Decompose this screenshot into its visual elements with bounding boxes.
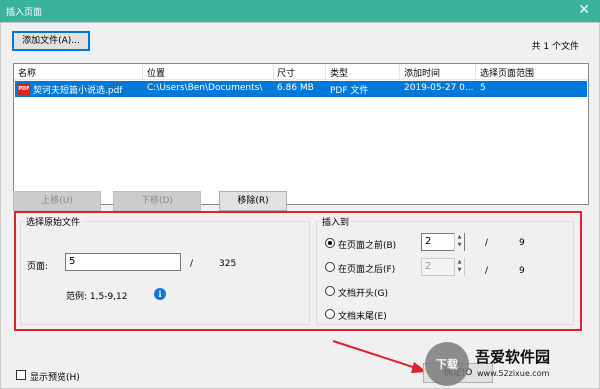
column-divider [142,64,143,80]
document-start-radio[interactable] [325,286,335,296]
page-label: 页面: [27,262,49,272]
spin-down-icon[interactable]: ▼ [455,241,464,249]
watermark-url: www.52zixue.com [477,369,550,378]
watermark-logo-text: 下载 [436,358,458,371]
info-icon[interactable]: i [154,288,166,300]
range-example: 范例: 1,5-9,12 [66,292,128,302]
page-separator: / [190,259,194,269]
after-page-stepper[interactable]: ▲ ▼ [454,258,464,276]
file-added-time: 2019-05-27 0... [404,83,474,93]
file-location: C:\Users\Ben\Documents\ [147,83,263,93]
column-header-location[interactable]: 位置 [147,66,165,79]
move-up-button[interactable]: 上移(U) [13,191,101,211]
total-pages: 325 [219,259,237,269]
spin-down-icon[interactable]: ▼ [455,266,464,274]
document-start-label[interactable]: 文档开头(G) [338,286,388,299]
column-header-name[interactable]: 名称 [18,66,36,79]
column-divider [399,64,400,80]
after-page-separator: / [485,266,489,276]
file-page-range[interactable]: 5 [480,83,540,93]
window-title: 插入页面 [6,8,43,18]
title-bar: 插入页面 ✕ [0,0,600,22]
before-page-stepper[interactable]: ▲ ▼ [454,233,464,251]
before-page-label[interactable]: 在页面之前(B) [338,238,396,251]
document-end-label[interactable]: 文档末尾(E) [338,309,387,322]
page-range-input[interactable]: 5 [65,253,181,271]
file-type: PDF 文件 [330,86,369,96]
watermark-logo-icon: 下载 [425,342,469,386]
column-divider [325,64,326,80]
watermark-title: 吾爱软件园 [475,348,551,366]
spin-up-icon[interactable]: ▲ [455,233,464,241]
file-list-header: 名称 位置 尺寸 类型 添加时间 选择页面范围 [14,64,588,80]
before-page-total: 9 [519,238,525,248]
column-header-type[interactable]: 类型 [330,66,348,79]
pdf-icon: PDF [18,83,30,95]
source-file-group [20,221,310,325]
file-name: 契诃夫短篇小说选.pdf [33,86,123,96]
preview-checkbox[interactable] [16,370,26,380]
after-page-total: 9 [519,266,525,276]
source-file-group-label: 选择原始文件 [24,215,83,228]
insert-to-group-label: 插入到 [320,215,352,228]
preview-label[interactable]: 显示预览(H) [30,370,80,383]
file-count: 共 1 个文件 [531,42,579,52]
before-page-separator: / [485,238,489,248]
remove-button[interactable]: 移除(R) [219,191,287,211]
column-header-range[interactable]: 选择页面范围 [480,66,534,79]
close-icon[interactable]: ✕ [578,2,590,18]
file-list[interactable]: 名称 位置 尺寸 类型 添加时间 选择页面范围 PDF 契诃夫短篇小说选.pdf… [13,63,589,205]
annotation-arrow-icon [332,340,427,373]
before-page-radio[interactable] [325,238,335,248]
file-size: 6.86 MB [277,83,314,93]
site-watermark: 下载 吾爱软件园 www.52zixue.com [421,336,599,388]
column-header-added[interactable]: 添加时间 [404,66,440,79]
column-divider [475,64,476,80]
spin-up-icon[interactable]: ▲ [455,258,464,266]
column-header-size[interactable]: 尺寸 [277,66,295,79]
after-page-radio[interactable] [325,262,335,272]
after-page-label[interactable]: 在页面之后(F) [338,262,395,275]
table-row[interactable]: PDF 契诃夫短篇小说选.pdf C:\Users\Ben\Documents\… [15,81,587,97]
insert-pages-dialog: 添加文件(A)... 共 1 个文件 名称 位置 尺寸 类型 添加时间 选择页面… [0,22,600,389]
column-divider [273,64,274,80]
document-end-radio[interactable] [325,309,335,319]
move-down-button[interactable]: 下移(D) [113,191,201,211]
add-file-button[interactable]: 添加文件(A)... [12,31,90,51]
